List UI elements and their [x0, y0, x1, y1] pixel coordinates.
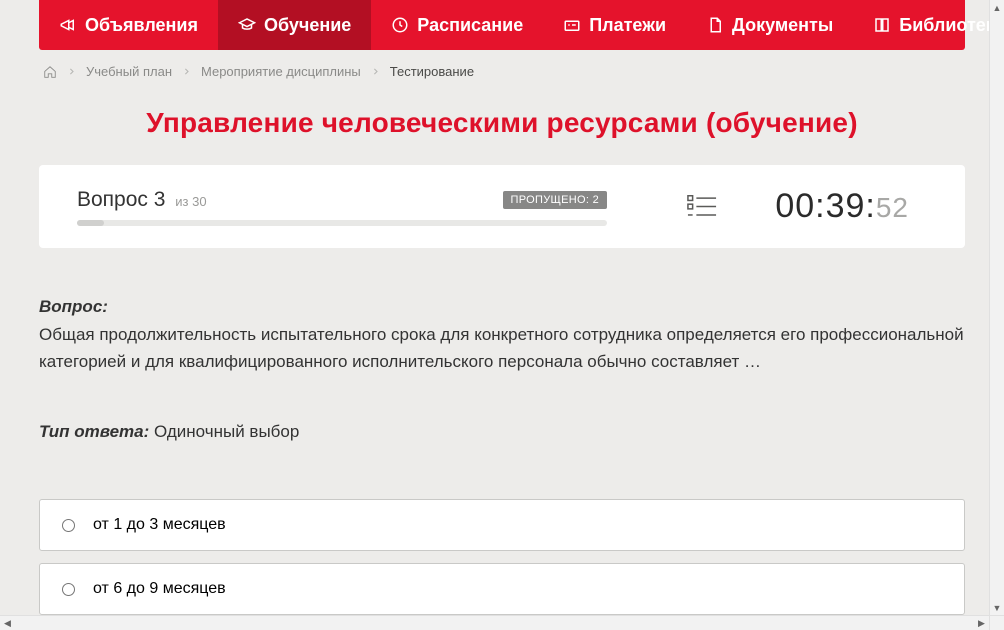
question-label: Вопрос: [39, 297, 108, 316]
scroll-left-arrow[interactable]: ◀ [0, 618, 15, 629]
book-icon [873, 16, 891, 34]
megaphone-icon [59, 16, 77, 34]
question-counter: Вопрос 3 из 30 [77, 188, 207, 212]
nav-item-payments[interactable]: Платежи [543, 0, 686, 50]
timer: 00:39:52 [775, 187, 909, 226]
graduation-cap-icon [238, 16, 256, 34]
page-title: Управление человеческими ресурсами (обуч… [9, 89, 995, 165]
option-radio[interactable] [62, 519, 75, 532]
nav-label: Платежи [589, 15, 666, 36]
scroll-down-arrow[interactable]: ▼ [990, 600, 1004, 615]
clock-icon [391, 16, 409, 34]
answer-type: Тип ответа: Одиночный выбор [39, 419, 965, 445]
breadcrumb-separator [67, 67, 76, 76]
breadcrumb-link-plan[interactable]: Учебный план [86, 64, 172, 79]
document-icon [706, 16, 724, 34]
nav-item-documents[interactable]: Документы [686, 0, 853, 50]
scroll-up-arrow[interactable]: ▲ [990, 0, 1004, 15]
question-body: Вопрос: Общая продолжительность испытате… [9, 248, 995, 455]
question-list-button[interactable] [687, 193, 717, 221]
option-label: от 1 до 3 месяцев [93, 516, 226, 534]
breadcrumb-separator [371, 67, 380, 76]
scroll-right-arrow[interactable]: ▶ [974, 618, 989, 629]
breadcrumb-current: Тестирование [390, 64, 474, 79]
option-row[interactable]: от 1 до 3 месяцев [39, 499, 965, 551]
progress-bar [77, 220, 607, 226]
nav-label: Объявления [85, 15, 198, 36]
breadcrumb-home[interactable] [43, 65, 57, 79]
nav-label: Документы [732, 15, 833, 36]
list-icon [687, 193, 717, 221]
skipped-badge: ПРОПУЩЕНО: 2 [503, 191, 607, 209]
nav-item-schedule[interactable]: Расписание [371, 0, 543, 50]
nav-label: Обучение [264, 15, 351, 36]
scroll-area: Объявления Обучение Расписание Платежи Д… [0, 0, 1004, 615]
nav-item-learning[interactable]: Обучение [218, 0, 371, 50]
scrollbar-corner [989, 615, 1004, 630]
home-icon [43, 65, 57, 79]
breadcrumb-link-event[interactable]: Мероприятие дисциплины [201, 64, 361, 79]
breadcrumb-separator [182, 67, 191, 76]
horizontal-scrollbar[interactable]: ◀ ▶ [0, 615, 989, 630]
nav-item-library[interactable]: Библиотека [853, 0, 1004, 50]
progress-fill [77, 220, 104, 226]
nav-label: Расписание [417, 15, 523, 36]
payment-icon [563, 16, 581, 34]
status-card: Вопрос 3 из 30 ПРОПУЩЕНО: 2 [39, 165, 965, 248]
options-list: от 1 до 3 месяцев от 6 до 9 месяцев [39, 499, 965, 615]
app-viewport: Объявления Обучение Расписание Платежи Д… [0, 0, 1004, 630]
nav-item-announcements[interactable]: Объявления [39, 0, 218, 50]
option-radio[interactable] [62, 583, 75, 596]
question-text: Общая продолжительность испытательного с… [39, 322, 965, 375]
option-label: от 6 до 9 месяцев [93, 580, 226, 598]
main-nav: Объявления Обучение Расписание Платежи Д… [39, 0, 965, 50]
breadcrumb: Учебный план Мероприятие дисциплины Тест… [9, 50, 995, 89]
vertical-scrollbar[interactable]: ▲ ▼ [989, 0, 1004, 615]
option-row[interactable]: от 6 до 9 месяцев [39, 563, 965, 615]
